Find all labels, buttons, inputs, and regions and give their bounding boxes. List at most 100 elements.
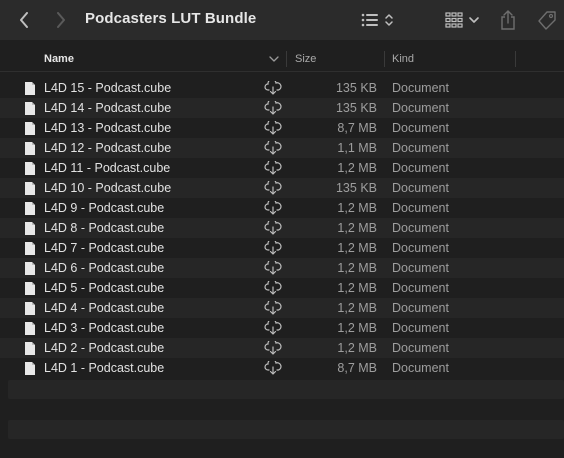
cloud-download-icon[interactable] xyxy=(264,238,282,258)
document-icon xyxy=(24,241,36,259)
file-name: L4D 13 - Podcast.cube xyxy=(44,121,172,135)
file-list: L4D 15 - Podcast.cube 135 KB Document L4D 1… xyxy=(0,78,564,378)
file-row[interactable]: L4D 2 - Podcast.cube 1,2 MB Document xyxy=(0,338,564,358)
cloud-download-icon[interactable] xyxy=(264,198,282,218)
cloud-download-icon[interactable] xyxy=(264,118,282,138)
cloud-download-icon[interactable] xyxy=(264,338,282,358)
file-kind: Document xyxy=(392,281,449,295)
file-name: L4D 2 - Podcast.cube xyxy=(44,341,165,355)
file-kind: Document xyxy=(392,361,449,375)
file-row[interactable]: L4D 1 - Podcast.cube 8,7 MB Document xyxy=(0,358,564,378)
column-divider[interactable] xyxy=(286,51,287,67)
file-name: L4D 3 - Podcast.cube xyxy=(44,321,165,335)
file-name: L4D 6 - Podcast.cube xyxy=(44,261,165,275)
file-row[interactable]: L4D 9 - Podcast.cube 1,2 MB Document xyxy=(0,198,564,218)
document-icon xyxy=(24,261,36,279)
document-icon xyxy=(24,281,36,299)
toolbar: Podcasters LUT Bundle xyxy=(0,0,564,40)
cloud-download-icon[interactable] xyxy=(264,318,282,338)
forward-button[interactable] xyxy=(50,9,72,31)
cloud-download-icon[interactable] xyxy=(264,278,282,298)
file-name: L4D 1 - Podcast.cube xyxy=(44,361,165,375)
file-size: 135 KB xyxy=(335,181,377,195)
cloud-download-icon[interactable] xyxy=(264,178,282,198)
file-name: L4D 15 - Podcast.cube xyxy=(44,81,172,95)
file-kind: Document xyxy=(392,221,449,235)
file-row[interactable]: L4D 4 - Podcast.cube 1,2 MB Document xyxy=(0,298,564,318)
document-icon xyxy=(24,121,36,139)
file-kind: Document xyxy=(392,161,449,175)
file-size: 1,2 MB xyxy=(337,301,377,315)
cloud-download-icon[interactable] xyxy=(264,218,282,238)
cloud-download-icon[interactable] xyxy=(264,258,282,278)
finder-window: Podcasters LUT Bundle Name Size Kind L4D… xyxy=(0,0,564,458)
file-kind: Document xyxy=(392,341,449,355)
file-kind: Document xyxy=(392,241,449,255)
cloud-download-icon[interactable] xyxy=(264,158,282,178)
file-row[interactable]: L4D 7 - Podcast.cube 1,2 MB Document xyxy=(0,238,564,258)
column-header: Name Size Kind xyxy=(0,47,564,72)
sort-chevron-icon[interactable] xyxy=(268,53,280,65)
share-icon xyxy=(501,10,515,30)
document-icon xyxy=(24,321,36,339)
file-size: 1,2 MB xyxy=(337,161,377,175)
cloud-download-icon[interactable] xyxy=(264,138,282,158)
cloud-download-icon[interactable] xyxy=(264,98,282,118)
file-kind: Document xyxy=(392,141,449,155)
tag-button[interactable] xyxy=(536,8,558,32)
group-button[interactable] xyxy=(445,8,483,32)
file-kind: Document xyxy=(392,81,449,95)
file-name: L4D 14 - Podcast.cube xyxy=(44,101,172,115)
back-button[interactable] xyxy=(13,9,35,31)
empty-row xyxy=(8,380,564,399)
file-row[interactable]: L4D 6 - Podcast.cube 1,2 MB Document xyxy=(0,258,564,278)
column-divider[interactable] xyxy=(384,51,385,67)
file-kind: Document xyxy=(392,101,449,115)
file-size: 1,2 MB xyxy=(337,281,377,295)
file-name: L4D 4 - Podcast.cube xyxy=(44,301,165,315)
file-row[interactable]: L4D 11 - Podcast.cube 1,2 MB Document xyxy=(0,158,564,178)
file-kind: Document xyxy=(392,261,449,275)
file-size: 1,1 MB xyxy=(337,141,377,155)
file-row[interactable]: L4D 5 - Podcast.cube 1,2 MB Document xyxy=(0,278,564,298)
document-icon xyxy=(24,141,36,159)
document-icon xyxy=(24,181,36,199)
file-size: 135 KB xyxy=(335,81,377,95)
size-column-header[interactable]: Size xyxy=(295,47,316,71)
file-size: 1,2 MB xyxy=(337,201,377,215)
list-view-icon xyxy=(361,13,393,27)
file-size: 1,2 MB xyxy=(337,221,377,235)
cloud-download-icon[interactable] xyxy=(264,78,282,98)
share-button[interactable] xyxy=(499,8,517,32)
file-row[interactable]: L4D 13 - Podcast.cube 8,7 MB Document xyxy=(0,118,564,138)
column-divider[interactable] xyxy=(515,51,516,67)
file-row[interactable]: L4D 14 - Podcast.cube 135 KB Document xyxy=(0,98,564,118)
chevron-right-icon xyxy=(57,12,65,28)
document-icon xyxy=(24,101,36,119)
file-size: 1,2 MB xyxy=(337,341,377,355)
file-kind: Document xyxy=(392,201,449,215)
file-row[interactable]: L4D 8 - Podcast.cube 1,2 MB Document xyxy=(0,218,564,238)
grid-group-icon xyxy=(445,12,479,28)
name-column-header[interactable]: Name xyxy=(44,47,74,71)
file-kind: Document xyxy=(392,321,449,335)
document-icon xyxy=(24,221,36,239)
document-icon xyxy=(24,201,36,219)
file-row[interactable]: L4D 3 - Podcast.cube 1,2 MB Document xyxy=(0,318,564,338)
document-icon xyxy=(24,301,36,319)
document-icon xyxy=(24,81,36,99)
tag-icon xyxy=(538,11,556,30)
kind-column-header[interactable]: Kind xyxy=(392,47,414,71)
cloud-download-icon[interactable] xyxy=(264,358,282,378)
document-icon xyxy=(24,341,36,359)
file-row[interactable]: L4D 15 - Podcast.cube 135 KB Document xyxy=(0,78,564,98)
window-title: Podcasters LUT Bundle xyxy=(85,10,257,27)
file-name: L4D 10 - Podcast.cube xyxy=(44,181,172,195)
view-mode-button[interactable] xyxy=(360,8,400,32)
document-icon xyxy=(24,361,36,379)
file-kind: Document xyxy=(392,181,449,195)
cloud-download-icon[interactable] xyxy=(264,298,282,318)
file-row[interactable]: L4D 12 - Podcast.cube 1,1 MB Document xyxy=(0,138,564,158)
file-row[interactable]: L4D 10 - Podcast.cube 135 KB Document xyxy=(0,178,564,198)
file-kind: Document xyxy=(392,121,449,135)
